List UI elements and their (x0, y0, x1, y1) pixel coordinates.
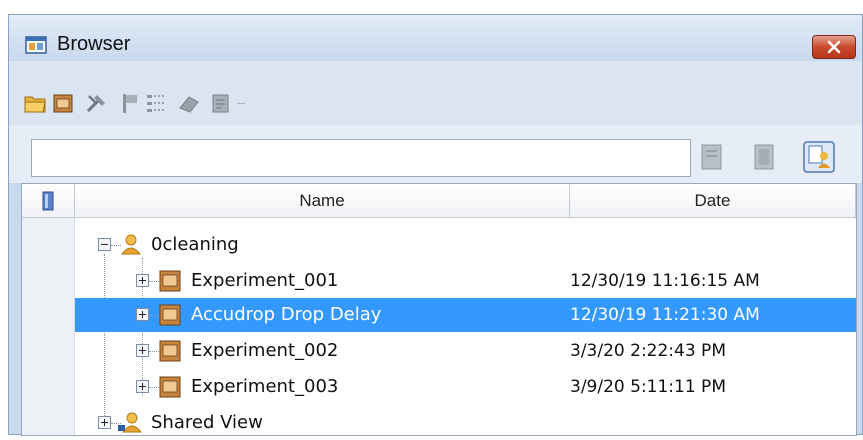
expand-toggle[interactable] (136, 308, 149, 321)
tree-item-label: Experiment_001 (191, 270, 339, 291)
tree-item-date: 12/30/19 11:16:15 AM (570, 271, 760, 291)
browser-app-icon (25, 36, 47, 54)
tree-row-item-selected[interactable]: Accudrop Drop Delay 12/30/19 11:21:30 AM (75, 298, 856, 332)
expand-toggle[interactable] (136, 344, 149, 357)
experiment-icon (159, 270, 181, 292)
tree-view[interactable]: Name Date 0cleaning Experiment_001 12/30… (21, 183, 857, 436)
tree-guide-line (149, 387, 159, 388)
tree-guide-line (149, 351, 159, 352)
column-header-date-label: Date (694, 190, 731, 210)
open-folder-icon[interactable] (23, 91, 47, 115)
experiment-icon (159, 304, 181, 326)
eraser-icon[interactable] (177, 91, 201, 115)
collapse-toggle[interactable] (98, 238, 111, 251)
browser-window: Browser Name Date 0cleaning Experiment_0… (8, 14, 863, 436)
tree-icon[interactable] (145, 91, 169, 115)
page-icon[interactable] (751, 143, 777, 171)
tools-icon[interactable] (85, 91, 109, 115)
tree-item-label: Experiment_002 (191, 340, 339, 361)
toolbar-separator (237, 103, 245, 104)
expand-toggle[interactable] (136, 274, 149, 287)
user-icon (120, 234, 142, 255)
tree-item-date: 12/30/19 11:21:30 AM (570, 305, 760, 325)
experiment-icon (159, 376, 181, 398)
column-selector-icon (42, 191, 54, 210)
tree-guide-line (149, 315, 159, 316)
expand-toggle[interactable] (98, 416, 111, 429)
tree-shared-label: Shared View (151, 412, 263, 433)
tree-row-item[interactable]: Experiment_002 3/3/20 2:22:43 PM (75, 334, 856, 368)
expand-toggle[interactable] (136, 380, 149, 393)
tree-item-label: Accudrop Drop Delay (191, 304, 382, 325)
close-button[interactable] (812, 35, 856, 59)
column-header-icon[interactable] (22, 184, 75, 218)
experiment-icon (159, 340, 181, 362)
document-icon[interactable] (209, 91, 233, 115)
search-input[interactable] (31, 139, 691, 177)
tree-row-item[interactable]: Experiment_003 3/9/20 5:11:11 PM (75, 370, 856, 404)
tree-item-date: 3/9/20 5:11:11 PM (570, 377, 726, 397)
flag-icon[interactable] (117, 91, 141, 115)
filter-icon[interactable] (699, 143, 725, 171)
title-bar[interactable]: Browser (9, 15, 862, 61)
window-title: Browser (57, 33, 131, 55)
experiment-icon[interactable] (51, 91, 75, 115)
column-header-name-label: Name (299, 190, 345, 210)
tree-root-label: 0cleaning (151, 234, 239, 255)
tree-row-root[interactable]: 0cleaning (75, 228, 856, 262)
shared-user-icon (118, 412, 143, 433)
tree-item-label: Experiment_003 (191, 376, 339, 397)
column-header-name[interactable]: Name (75, 184, 570, 218)
user-search-icon[interactable] (803, 141, 835, 173)
left-strip (22, 184, 75, 435)
search-row (9, 125, 862, 183)
toolbar (9, 61, 862, 125)
tree-guide-line (149, 281, 159, 282)
tree-item-date: 3/3/20 2:22:43 PM (570, 341, 726, 361)
tree-row-item[interactable]: Experiment_001 12/30/19 11:16:15 AM (75, 264, 856, 298)
close-icon (827, 40, 841, 54)
column-header-date[interactable]: Date (570, 184, 856, 218)
